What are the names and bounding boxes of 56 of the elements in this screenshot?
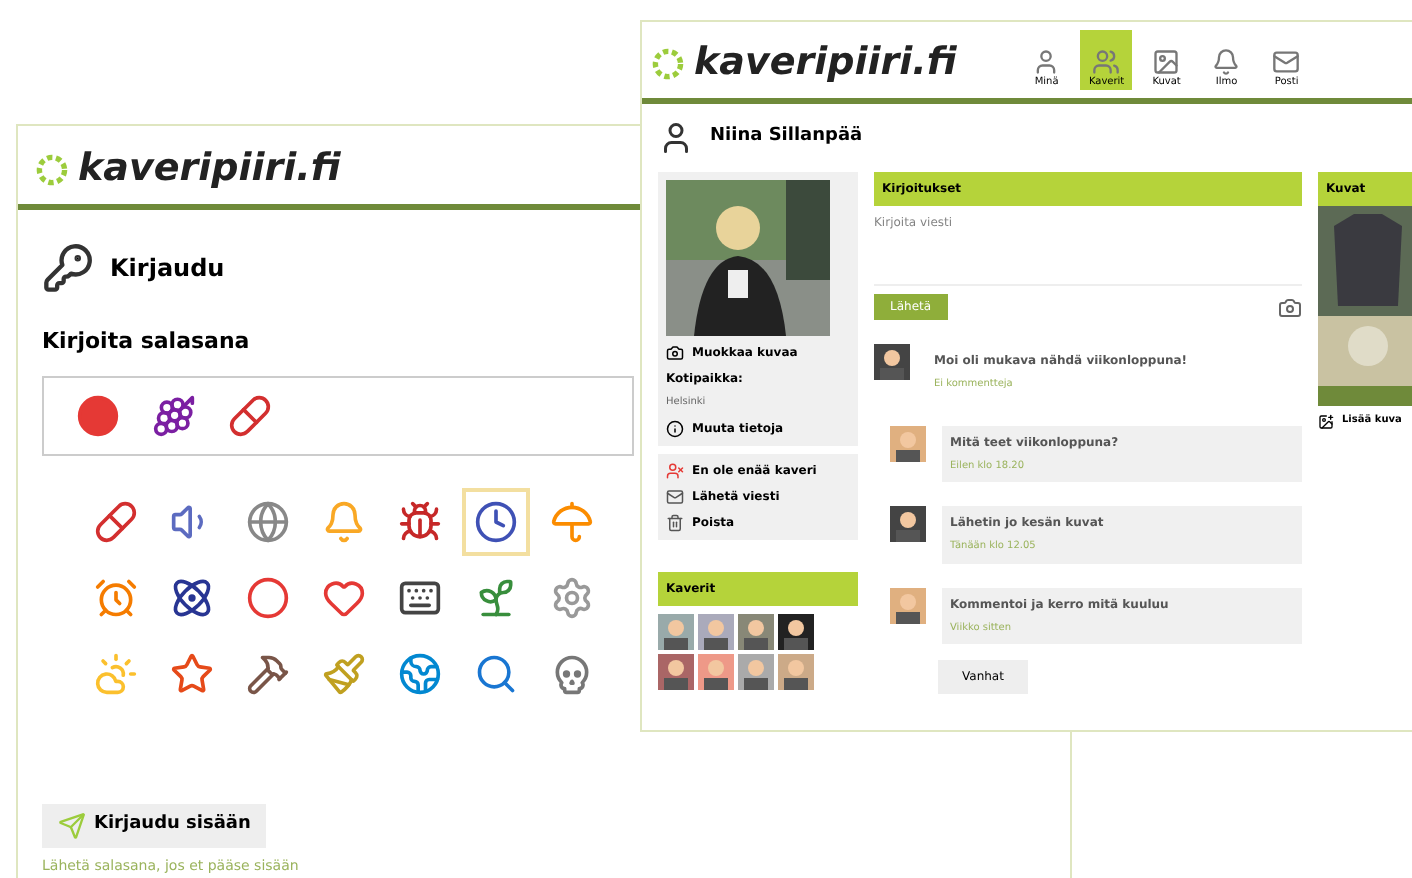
logo-icon xyxy=(34,151,70,187)
friend-avatar xyxy=(658,653,694,689)
gear-icon xyxy=(550,575,594,619)
mail-icon xyxy=(666,487,684,505)
user-avatar xyxy=(890,425,926,461)
pill-icon xyxy=(228,393,272,437)
login-button[interactable]: Kirjaudu sisään xyxy=(42,803,267,847)
bell-icon xyxy=(1212,47,1241,75)
info-icon xyxy=(666,419,684,437)
camera-icon xyxy=(666,344,684,362)
brush-icon xyxy=(322,651,366,695)
heart-icon xyxy=(322,575,366,619)
friend-avatar xyxy=(738,613,774,649)
friend-avatar xyxy=(738,653,774,689)
skull-icon xyxy=(550,651,594,695)
clock-icon xyxy=(474,499,518,543)
password-label: Kirjoita salasana xyxy=(42,326,250,358)
person-icon xyxy=(1032,47,1061,75)
friend-avatar xyxy=(698,613,734,649)
friend-avatar xyxy=(778,613,814,649)
globe-icon xyxy=(246,499,290,543)
alarm-clock-icon xyxy=(94,575,138,619)
site-logo[interactable]: kaveripiiri.fi xyxy=(694,44,957,82)
user-avatar xyxy=(874,344,910,380)
site-logo[interactable]: kaveripiiri.fi xyxy=(78,150,341,188)
add-image-icon xyxy=(1318,414,1334,430)
user-avatar xyxy=(890,587,926,623)
login-title: Kirjaudu xyxy=(110,252,225,286)
atom-icon xyxy=(170,575,214,619)
key-icon xyxy=(42,242,94,294)
people-icon xyxy=(1092,47,1121,75)
remove-user-icon xyxy=(666,461,684,479)
password-icon-button[interactable] xyxy=(462,487,530,555)
hammer-icon xyxy=(246,651,290,695)
profile-name: Niina Sillanpää xyxy=(710,124,863,151)
user-avatar xyxy=(890,506,926,542)
search-icon xyxy=(474,651,518,695)
logo-icon xyxy=(650,45,686,81)
bell-icon xyxy=(322,499,366,543)
umbrella-icon xyxy=(550,499,594,543)
friend-avatar xyxy=(658,613,694,649)
star-icon xyxy=(170,651,214,695)
person-icon xyxy=(658,120,694,156)
grape-icon xyxy=(152,393,196,437)
camera-icon xyxy=(1278,295,1302,319)
ladybug-icon xyxy=(398,499,442,543)
friend-avatar xyxy=(698,653,734,689)
sun-cloud-icon xyxy=(94,651,138,695)
pill-icon xyxy=(94,499,138,543)
planet-icon xyxy=(398,651,442,695)
trash-icon xyxy=(666,513,684,531)
mail-icon xyxy=(1272,47,1301,75)
friend-avatar xyxy=(778,653,814,689)
send-icon xyxy=(58,811,86,839)
password-field[interactable] xyxy=(42,375,634,455)
image-icon xyxy=(1152,47,1181,75)
